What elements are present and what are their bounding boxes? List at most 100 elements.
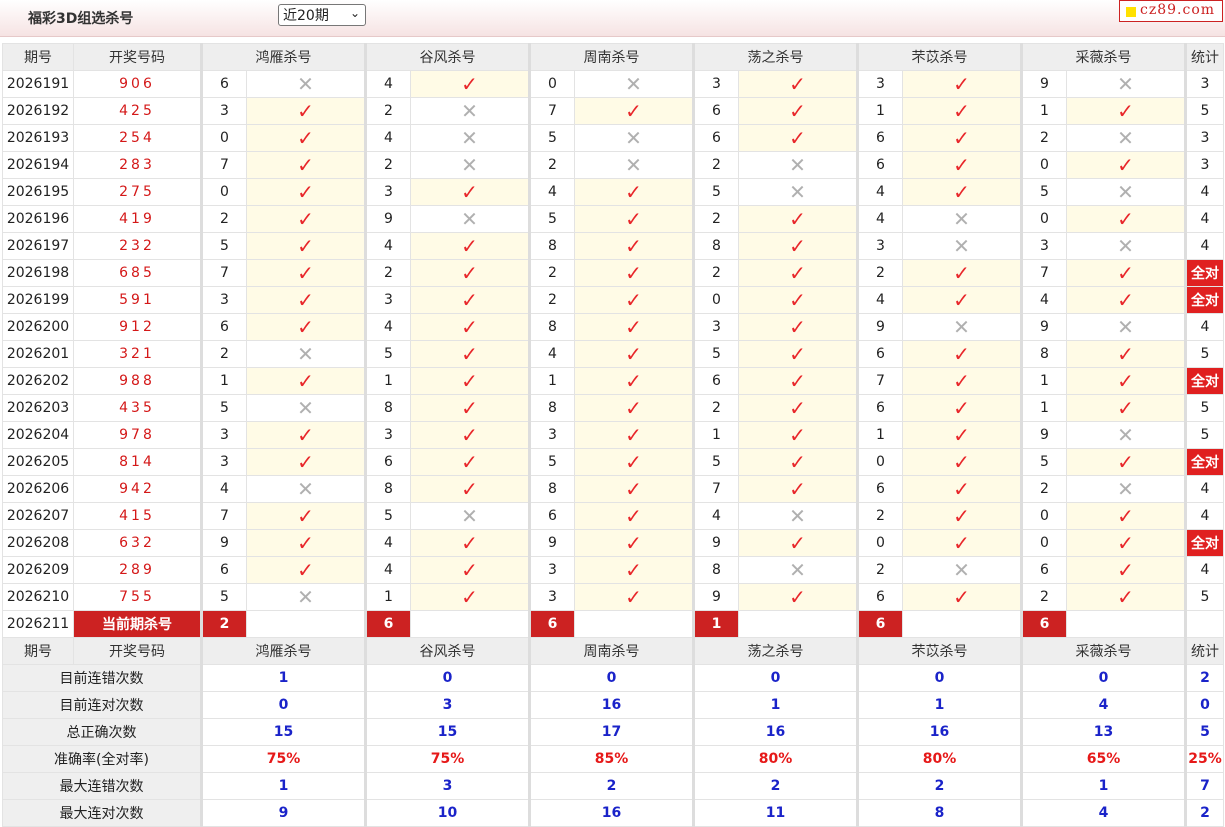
pick-number-cell: 9: [692, 583, 739, 611]
check-icon: ✓: [625, 368, 642, 393]
table-row: 2026193 254 0 ✓ 4 ✕ 5 ✕ 6 ✓ 6 ✓ 2 ✕ 3: [2, 124, 1224, 152]
pick-number-cell: 5: [200, 232, 247, 260]
col-header-expert: 芣苡杀号: [856, 43, 1022, 71]
pick-number-cell: 7: [528, 97, 575, 125]
draw-number-cell: 435: [73, 394, 202, 422]
current-pick-badge: 6: [1020, 610, 1067, 638]
check-icon: ✓: [953, 449, 970, 474]
result-cell: ✓: [1066, 97, 1186, 125]
check-icon: ✓: [789, 314, 806, 339]
check-icon: ✓: [1117, 341, 1134, 366]
pick-number-cell: 2: [200, 340, 247, 368]
pick-number-cell: 6: [528, 502, 575, 530]
result-cell: ✓: [738, 421, 858, 449]
cross-icon: ✕: [297, 584, 314, 609]
cross-icon: ✕: [789, 152, 806, 177]
check-icon: ✓: [297, 314, 314, 339]
pick-number-cell: 6: [856, 475, 903, 503]
summary-value: 16: [528, 799, 694, 827]
cross-icon: ✕: [625, 125, 642, 150]
pick-number-cell: 3: [364, 421, 411, 449]
table-row: 2026210 755 5 ✕ 1 ✓ 3 ✓ 9 ✓ 6 ✓ 2 ✓ 5: [2, 583, 1224, 611]
result-cell: ✓: [574, 259, 694, 287]
pick-number-cell: 2: [364, 151, 411, 179]
check-icon: ✓: [297, 206, 314, 231]
result-cell: ✓: [246, 259, 366, 287]
result-cell: ✕: [574, 124, 694, 152]
check-icon: ✓: [625, 503, 642, 528]
pick-number-cell: 2: [528, 286, 575, 314]
issue-cell: 2026209: [2, 556, 74, 584]
draw-number-cell: 289: [73, 556, 202, 584]
pick-number-cell: 1: [364, 583, 411, 611]
pick-number-cell: 6: [692, 367, 739, 395]
pick-number-cell: 5: [692, 178, 739, 206]
summary-value: 1: [200, 664, 366, 692]
col-header-expert: 芣苡杀号: [856, 637, 1022, 665]
table-row: 2026203 435 5 ✕ 8 ✓ 8 ✓ 2 ✓ 6 ✓ 1 ✓ 5: [2, 394, 1224, 422]
result-cell: ✓: [738, 313, 858, 341]
check-icon: ✓: [789, 98, 806, 123]
check-icon: ✓: [297, 125, 314, 150]
result-cell: ✓: [574, 556, 694, 584]
pick-number-cell: 5: [200, 394, 247, 422]
period-select[interactable]: 近20期 ⌄: [278, 4, 366, 26]
col-header-issue: 期号: [2, 43, 74, 71]
result-cell: ✕: [738, 151, 858, 179]
pick-number-cell: 7: [200, 502, 247, 530]
site-logo[interactable]: cz89.com: [1119, 0, 1223, 22]
table-row: 2026205 814 3 ✓ 6 ✓ 5 ✓ 5 ✓ 0 ✓ 5 ✓ 全对: [2, 448, 1224, 476]
draw-number-cell: 275: [73, 178, 202, 206]
current-pick-badge: 1: [692, 610, 739, 638]
pick-number-cell: 8: [1020, 340, 1067, 368]
result-cell: ✓: [738, 340, 858, 368]
draw-number-cell: 425: [73, 97, 202, 125]
pick-number-cell: 7: [200, 151, 247, 179]
summary-row: 最大连对次数 9 10 16 11 8 4 2: [2, 799, 1224, 827]
result-cell: ✓: [738, 448, 858, 476]
result-cell: ✓: [1066, 502, 1186, 530]
result-cell: ✓: [574, 286, 694, 314]
issue-cell: 2026199: [2, 286, 74, 314]
check-icon: ✓: [789, 368, 806, 393]
pick-number-cell: 3: [528, 583, 575, 611]
summary-stat: 7: [1184, 772, 1224, 800]
check-icon: ✓: [297, 449, 314, 474]
result-cell: ✕: [1066, 124, 1186, 152]
result-cell: ✓: [246, 97, 366, 125]
result-cell: ✕: [1066, 70, 1186, 98]
result-cell: ✓: [410, 313, 530, 341]
pick-number-cell: 5: [528, 205, 575, 233]
result-cell: ✓: [574, 340, 694, 368]
cross-icon: ✕: [1117, 422, 1134, 447]
check-icon: ✓: [789, 449, 806, 474]
summary-value: 2: [528, 772, 694, 800]
empty-cell: [1184, 610, 1224, 638]
draw-number-cell: 978: [73, 421, 202, 449]
cross-icon: ✕: [1117, 314, 1134, 339]
result-cell: ✓: [738, 70, 858, 98]
result-cell: ✕: [1066, 475, 1186, 503]
cross-icon: ✕: [1117, 233, 1134, 258]
empty-cell: [738, 610, 858, 638]
check-icon: ✓: [625, 341, 642, 366]
pick-number-cell: 1: [856, 97, 903, 125]
check-icon: ✓: [953, 422, 970, 447]
check-icon: ✓: [625, 449, 642, 474]
result-cell: ✓: [902, 583, 1022, 611]
all-correct-badge: 全对: [1184, 259, 1224, 287]
summary-value: 13: [1020, 718, 1186, 746]
summary-label: 目前连对次数: [2, 691, 202, 719]
stat-cell: 5: [1184, 421, 1224, 449]
cross-icon: ✕: [297, 71, 314, 96]
cross-icon: ✕: [461, 98, 478, 123]
pick-number-cell: 5: [364, 340, 411, 368]
result-cell: ✕: [902, 232, 1022, 260]
pick-number-cell: 2: [528, 259, 575, 287]
draw-number-cell: 942: [73, 475, 202, 503]
result-cell: ✕: [246, 340, 366, 368]
check-icon: ✓: [297, 503, 314, 528]
pick-number-cell: 4: [528, 178, 575, 206]
draw-number-cell: 755: [73, 583, 202, 611]
result-cell: ✓: [410, 583, 530, 611]
